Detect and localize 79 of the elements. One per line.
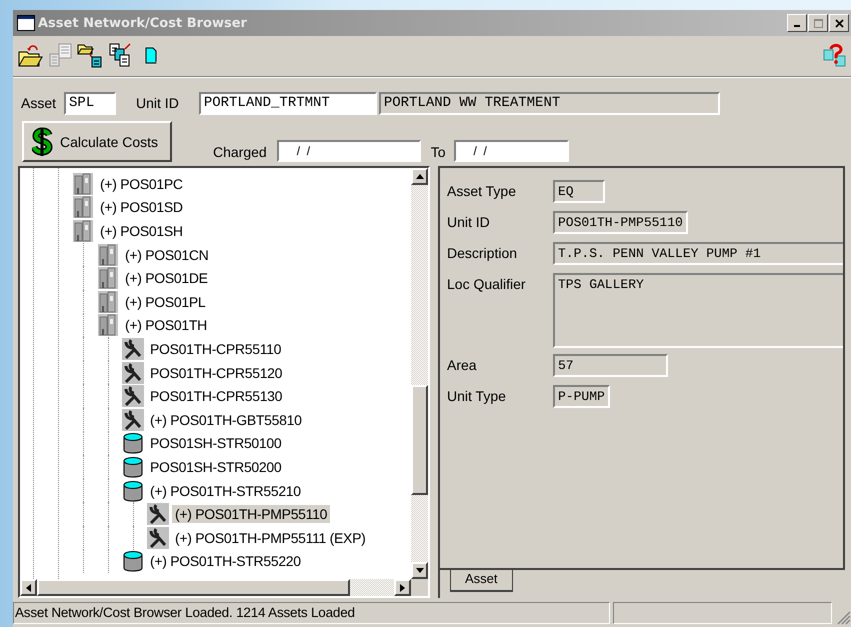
tree-item[interactable]: (+) POS01PC — [97, 174, 186, 193]
building-icon — [97, 290, 119, 313]
tank-icon — [122, 550, 144, 572]
wrench-icon — [122, 338, 144, 360]
field-label: Asset Type — [447, 182, 518, 201]
scrollbar-thumb[interactable] — [37, 579, 350, 596]
minimize-button[interactable] — [787, 14, 807, 32]
left-arrow-icon — [26, 584, 31, 592]
to-date-field[interactable]: / / — [454, 140, 568, 162]
close-button[interactable] — [829, 14, 849, 32]
building-icon — [97, 244, 119, 266]
tab[interactable]: Asset — [450, 570, 513, 592]
charged-date-field[interactable]: / / — [276, 140, 421, 162]
tree-item[interactable]: (+) POS01TH-PMP55110 — [172, 505, 330, 524]
wrench-icon — [147, 503, 169, 526]
new-document-icon[interactable] — [137, 42, 163, 68]
unit-description-field: PORTLAND WW TREATMENT — [378, 92, 720, 114]
field-label: Unit Type — [447, 387, 507, 406]
tree-item[interactable]: (+) POS01TH-STR55220 — [147, 552, 304, 570]
field-value: P-PUMP — [553, 385, 610, 408]
wrench-icon — [122, 408, 144, 431]
vertical-scrollbar[interactable] — [411, 168, 428, 579]
resize-grip[interactable] — [835, 609, 851, 625]
wrench-icon — [122, 385, 144, 408]
tank-icon — [122, 480, 144, 502]
tree-item[interactable]: POS01SH-STR50100 — [147, 434, 284, 452]
unit-id-field[interactable]: PORTLAND_TRTMNT — [198, 92, 377, 114]
field-label: Unit ID — [447, 213, 491, 232]
field-value: T.P.S. PENN VALLEY PUMP #1 — [553, 242, 843, 265]
tree-item[interactable]: (+) POS01SD — [97, 198, 186, 216]
to-label: To — [430, 144, 446, 160]
help-icon[interactable] — [821, 42, 847, 68]
field-label: Description — [447, 244, 518, 263]
up-arrow-icon — [416, 174, 424, 179]
tree-item[interactable]: (+) POS01TH-GBT55810 — [147, 410, 305, 429]
window-icon — [17, 15, 35, 31]
tank-icon — [122, 432, 144, 454]
copy-documents-icon[interactable] — [107, 42, 133, 68]
maximize-button[interactable] — [808, 14, 828, 32]
tree-item[interactable]: (+) POS01TH-PMP55111 (EXP) — [172, 528, 368, 547]
unit-id-label: Unit ID — [136, 95, 179, 111]
close-icon — [834, 18, 844, 28]
field-value: 57 — [553, 354, 668, 377]
field-value: POS01TH-PMP55110 — [553, 211, 688, 234]
charged-label: Charged — [213, 144, 267, 160]
horizontal-scrollbar[interactable] — [20, 579, 428, 596]
tree-item[interactable]: (+) POS01TH-STR55210 — [147, 482, 304, 500]
tank-icon — [122, 456, 144, 478]
field-label: Area — [447, 356, 478, 375]
building-icon — [97, 314, 119, 336]
building-icon — [72, 196, 94, 218]
tree-item[interactable]: (+) POS01CN — [122, 246, 212, 264]
field-label: Loc Qualifier — [447, 275, 527, 294]
maximize-icon — [814, 18, 822, 28]
right-arrow-icon — [400, 584, 405, 592]
field-value: TPS GALLERY — [553, 273, 843, 348]
tree-item[interactable]: POS01TH-CPR55110 — [147, 340, 284, 358]
status-message: Asset Network/Cost Browser Loaded. 1214 Assets Loaded — [13, 602, 610, 624]
building-icon — [97, 267, 119, 290]
folder-document-icon[interactable] — [77, 42, 103, 68]
tree-item[interactable]: POS01TH-CPR55130 — [147, 387, 286, 406]
tree-item[interactable]: (+) POS01SH — [97, 222, 186, 240]
wrench-icon — [122, 362, 144, 384]
asset-label: Asset — [21, 95, 56, 111]
scrollbar-thumb[interactable] — [411, 385, 428, 495]
tree-item[interactable]: POS01TH-CPR55120 — [147, 364, 286, 382]
tree-item[interactable]: POS01SH-STR50200 — [147, 458, 284, 476]
down-arrow-icon — [416, 568, 424, 573]
building-icon — [72, 172, 94, 195]
field-value: EQ — [553, 180, 605, 203]
tree-item[interactable]: (+) POS01DE — [122, 269, 211, 288]
tree-item[interactable]: (+) POS01TH — [122, 316, 210, 334]
building-icon — [72, 220, 94, 242]
window-title: Asset Network/Cost Browser — [38, 16, 248, 30]
tree-item[interactable]: (+) POS01PL — [122, 292, 208, 311]
dollar-icon — [32, 126, 54, 156]
calculate-costs-button[interactable]: Calculate Costs — [22, 121, 172, 162]
asset-field[interactable]: SPL — [64, 92, 116, 114]
wrench-icon — [147, 526, 169, 549]
